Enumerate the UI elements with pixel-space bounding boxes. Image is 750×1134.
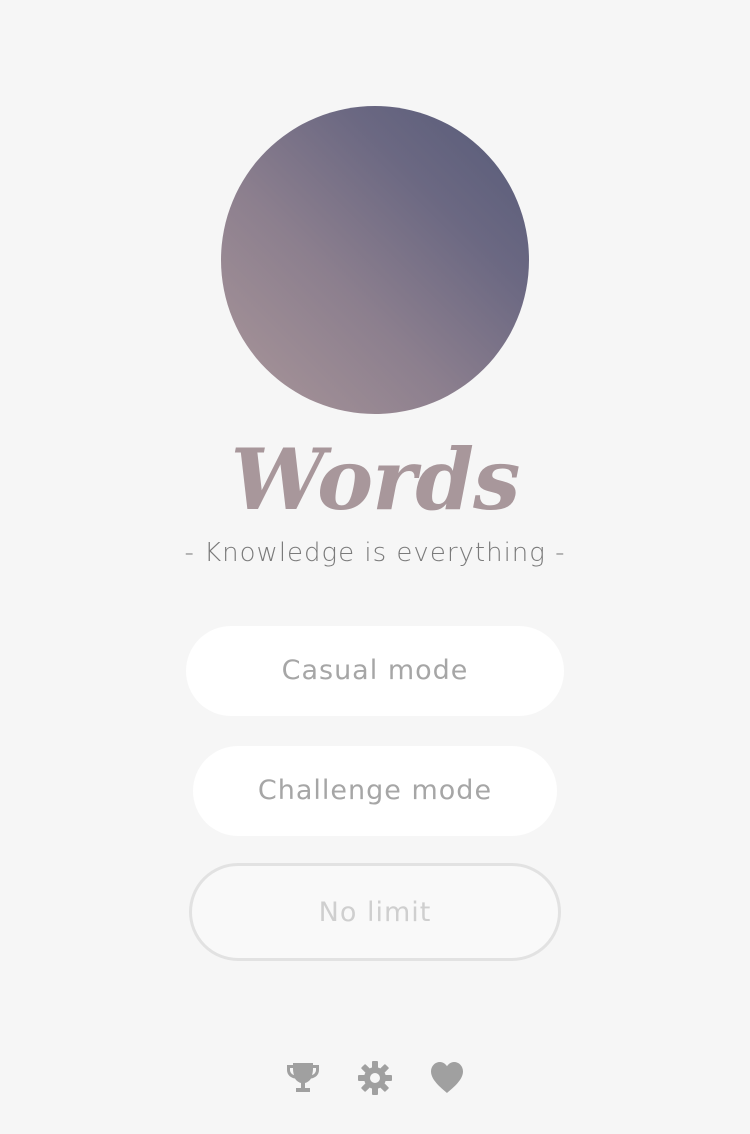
logo-circle [221, 106, 529, 414]
challenge-mode-button[interactable]: Challenge mode [193, 746, 557, 836]
app-subtitle: - Knowledge is everything - [184, 538, 566, 568]
gear-icon[interactable] [357, 1060, 393, 1096]
trophy-icon[interactable] [285, 1060, 321, 1096]
no-limit-button[interactable]: No limit [189, 863, 561, 961]
casual-mode-button[interactable]: Casual mode [186, 626, 564, 716]
heart-icon[interactable] [429, 1060, 465, 1096]
app-title: Words [230, 430, 521, 529]
